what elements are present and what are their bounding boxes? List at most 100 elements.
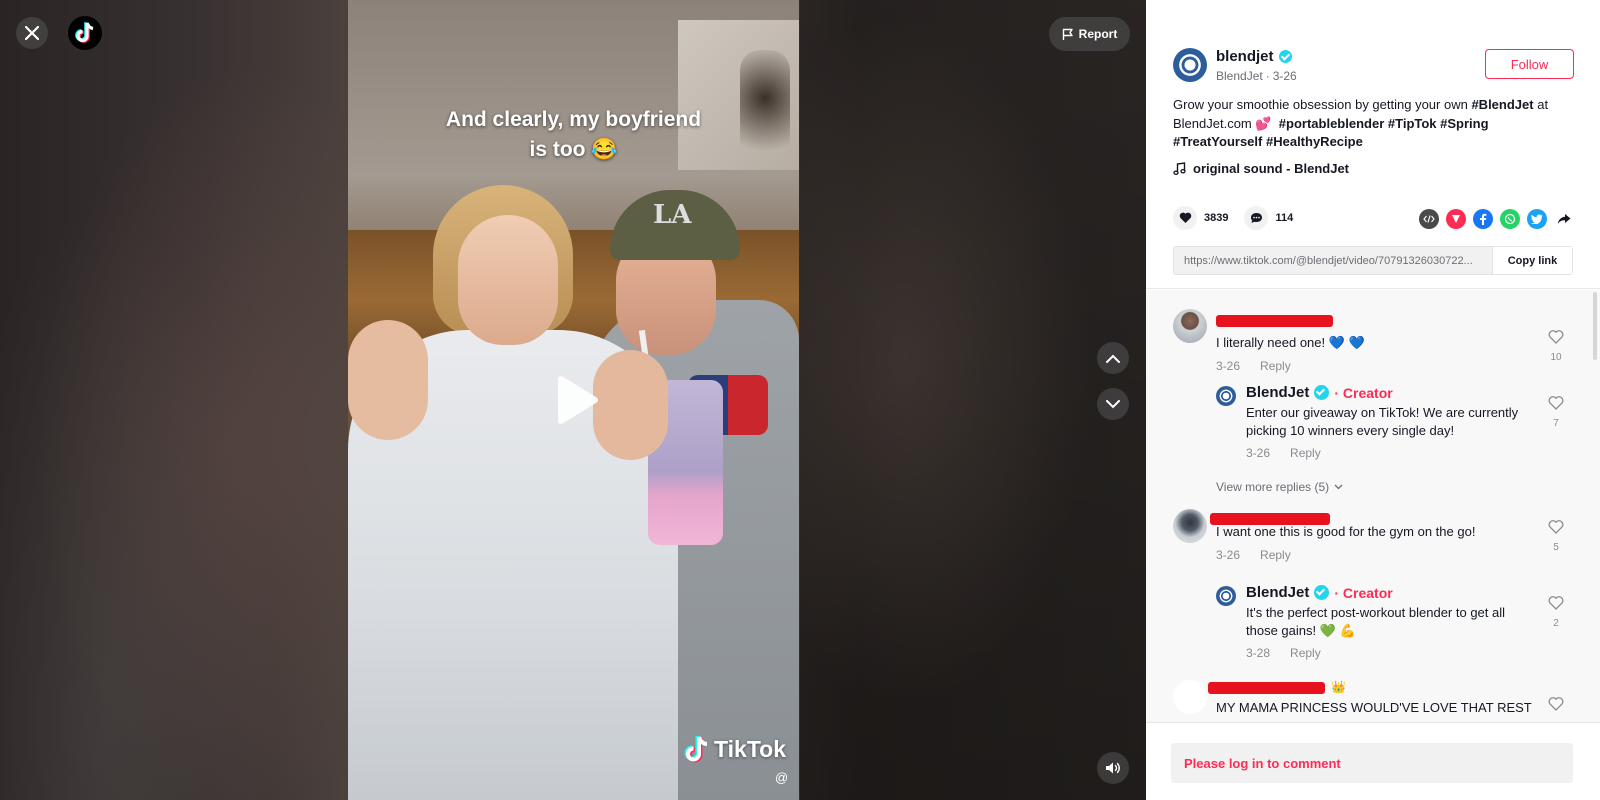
blurred-background-right — [800, 0, 1146, 800]
reply-button[interactable]: Reply — [1290, 446, 1321, 460]
share-buttons — [1419, 209, 1574, 229]
video-detail-sidebar: blendjet BlendJet · 3-26 Follow Grow you… — [1146, 0, 1600, 800]
close-button[interactable] — [16, 17, 48, 49]
hashtag-link[interactable]: #TreatYourself — [1173, 134, 1262, 149]
heart-icon — [1179, 212, 1191, 223]
reply-text-line: Enter our giveaway on TikTok! We are cur… — [1246, 405, 1519, 420]
report-button[interactable]: Report — [1049, 17, 1130, 51]
reply-button[interactable]: Reply — [1260, 548, 1291, 562]
twitter-icon[interactable] — [1527, 209, 1547, 229]
music-note-icon — [1173, 162, 1186, 175]
comment-list[interactable]: I literally need one! 💙 💙 3-26 Reply 10 … — [1146, 290, 1600, 722]
author-subline: BlendJet · 3-26 — [1216, 69, 1297, 83]
chevron-down-icon — [1106, 399, 1120, 408]
username-emoji: 👑 — [1331, 680, 1346, 694]
reply-author[interactable]: BlendJet · Creator — [1246, 384, 1393, 401]
tiktok-logo[interactable] — [68, 16, 102, 50]
like-count: 3839 — [1204, 212, 1229, 224]
reply-meta: 3-28 Reply — [1246, 646, 1321, 660]
play-icon[interactable] — [555, 375, 599, 425]
engagement-stats: 3839 114 — [1173, 206, 1309, 230]
comment-text: I literally need one! 💙 💙 — [1216, 335, 1365, 350]
verified-icon — [1314, 585, 1330, 600]
video-link-url[interactable]: https://www.tiktok.com/@blendjet/video/7… — [1174, 255, 1492, 267]
reply-item: BlendJet · Creator Enter our giveaway on… — [1216, 384, 1573, 464]
heart-outline-icon — [1548, 596, 1564, 610]
creator-badge: · Creator — [1334, 584, 1393, 601]
view-more-replies[interactable]: View more replies (5) — [1216, 480, 1343, 494]
heart-outline-icon — [1548, 330, 1564, 344]
copy-link-box: https://www.tiktok.com/@blendjet/video/7… — [1173, 246, 1573, 275]
redacted-username — [1216, 315, 1333, 327]
comments-scrollbar[interactable] — [1593, 292, 1597, 360]
next-video-button[interactable] — [1097, 388, 1129, 420]
comment-meta: 3-26 Reply — [1216, 548, 1291, 562]
previous-video-button[interactable] — [1097, 342, 1129, 374]
comment-meta: 3-26 Reply — [1216, 359, 1291, 373]
reply-button[interactable]: Reply — [1290, 646, 1321, 660]
heart-outline-icon — [1548, 520, 1564, 534]
reply-text-line: those gains! 💚 💪 — [1246, 623, 1356, 638]
copy-link-button[interactable]: Copy link — [1492, 247, 1572, 274]
chevron-up-icon — [1106, 354, 1120, 363]
hashtag-link[interactable]: #HealthyRecipe — [1266, 134, 1363, 149]
reply-text-line: It's the perfect post-workout blender to… — [1246, 605, 1506, 620]
embed-icon[interactable] — [1419, 209, 1439, 229]
comment-like-button[interactable]: 5 — [1548, 520, 1564, 553]
commenter-avatar[interactable] — [1173, 309, 1207, 343]
reply-meta: 3-26 Reply — [1246, 446, 1321, 460]
comment-bubble-icon — [1250, 213, 1262, 223]
close-icon — [25, 26, 39, 40]
reply-button[interactable]: Reply — [1260, 359, 1291, 373]
hashtag-link[interactable]: #Spring — [1440, 116, 1488, 131]
comment-like-button[interactable] — [1548, 697, 1564, 716]
redacted-username — [1208, 682, 1325, 694]
reply-like-button[interactable]: 2 — [1548, 596, 1564, 629]
commenter-avatar[interactable] — [1173, 680, 1207, 714]
author-username[interactable]: blendjet — [1216, 48, 1292, 65]
hashtag-link[interactable]: #portableblender — [1279, 116, 1384, 131]
hashtag-link[interactable]: #BlendJet — [1471, 97, 1533, 112]
hashtag-link[interactable]: #TipTok — [1388, 116, 1437, 131]
send-icon[interactable] — [1446, 209, 1466, 229]
chevron-down-icon — [1334, 484, 1343, 490]
commenter-avatar[interactable] — [1173, 509, 1207, 543]
replier-avatar[interactable] — [1216, 386, 1236, 406]
comment-text: MY MAMA PRINCESS WOULD'VE LOVE THAT REST — [1216, 700, 1532, 715]
reply-author[interactable]: BlendJet · Creator — [1246, 584, 1393, 601]
comment-text: I want one this is good for the gym on t… — [1216, 524, 1476, 539]
facebook-icon[interactable] — [1473, 209, 1493, 229]
music-link[interactable]: original sound - BlendJet — [1173, 161, 1349, 176]
comment-login-bar: Please log in to comment — [1146, 722, 1600, 800]
like-button[interactable] — [1173, 206, 1197, 230]
verified-icon — [1278, 50, 1292, 63]
comment-item: I want one this is good for the gym on t… — [1173, 509, 1573, 579]
heart-outline-icon — [1548, 697, 1564, 711]
share-arrow-icon[interactable] — [1554, 209, 1574, 229]
login-to-comment-button[interactable]: Please log in to comment — [1171, 743, 1573, 783]
volume-button[interactable] — [1097, 752, 1129, 784]
volume-icon — [1106, 762, 1120, 774]
heart-outline-icon — [1548, 396, 1564, 410]
replier-avatar[interactable] — [1216, 586, 1236, 606]
verified-icon — [1314, 385, 1330, 400]
video-description: Grow your smoothie obsession by getting … — [1173, 97, 1549, 149]
follow-button[interactable]: Follow — [1485, 49, 1574, 79]
reply-item: BlendJet · Creator It's the perfect post… — [1216, 584, 1573, 664]
video-player[interactable]: LA And clearly, my boyfriend is too 😂 Ti… — [348, 0, 799, 800]
comment-count: 114 — [1275, 212, 1294, 224]
creator-badge: · Creator — [1334, 384, 1393, 401]
cap-logo: LA — [653, 200, 692, 230]
video-stage: LA And clearly, my boyfriend is too 😂 Ti… — [0, 0, 1146, 800]
watermark-handle: @ — [775, 770, 789, 785]
whatsapp-icon[interactable] — [1500, 209, 1520, 229]
reply-text-line: picking 10 winners every single day! — [1246, 423, 1455, 438]
tiktok-watermark: TikTok — [682, 734, 786, 764]
reply-like-button[interactable]: 7 — [1548, 396, 1564, 429]
author-avatar[interactable] — [1173, 48, 1207, 82]
blurred-background-left — [0, 0, 348, 800]
comment-button[interactable] — [1244, 206, 1269, 230]
comment-like-button[interactable]: 10 — [1548, 330, 1564, 363]
tiktok-note-icon — [684, 736, 708, 763]
video-caption: And clearly, my boyfriend is too 😂 — [445, 108, 702, 161]
